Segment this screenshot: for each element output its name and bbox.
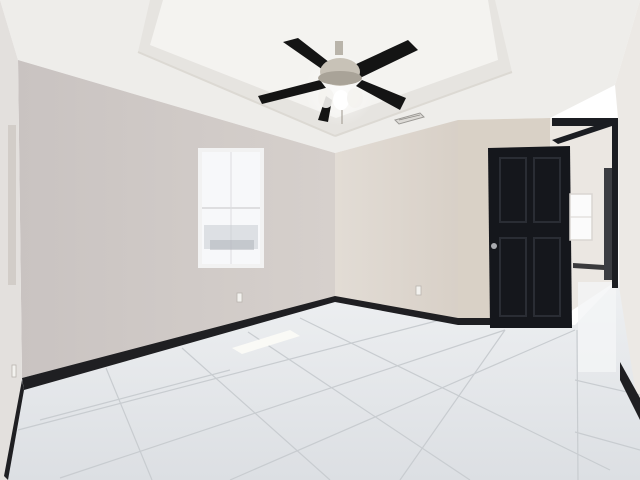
- room-illustration: [0, 0, 640, 480]
- fan-light-globe-center: [333, 90, 349, 110]
- empty-room-photo: [0, 0, 640, 480]
- far-window-icon: [569, 193, 593, 241]
- door-knob[interactable]: [491, 243, 497, 249]
- power-outlet-icon: [11, 364, 17, 378]
- fan-motor-ring: [318, 71, 362, 85]
- fan-light-globe-left: [318, 88, 334, 108]
- back-wall: [335, 120, 458, 322]
- power-outlet-icon: [415, 285, 422, 296]
- window-icon: [198, 148, 264, 268]
- floor-reflection-hall: [578, 282, 616, 372]
- fan-light-globe-right: [347, 88, 363, 108]
- far-door-jamb: [604, 168, 612, 280]
- fan-downrod: [335, 41, 343, 55]
- power-outlet-icon: [236, 292, 243, 303]
- wall-frame-edge: [8, 125, 16, 285]
- door-frame-post: [612, 118, 618, 288]
